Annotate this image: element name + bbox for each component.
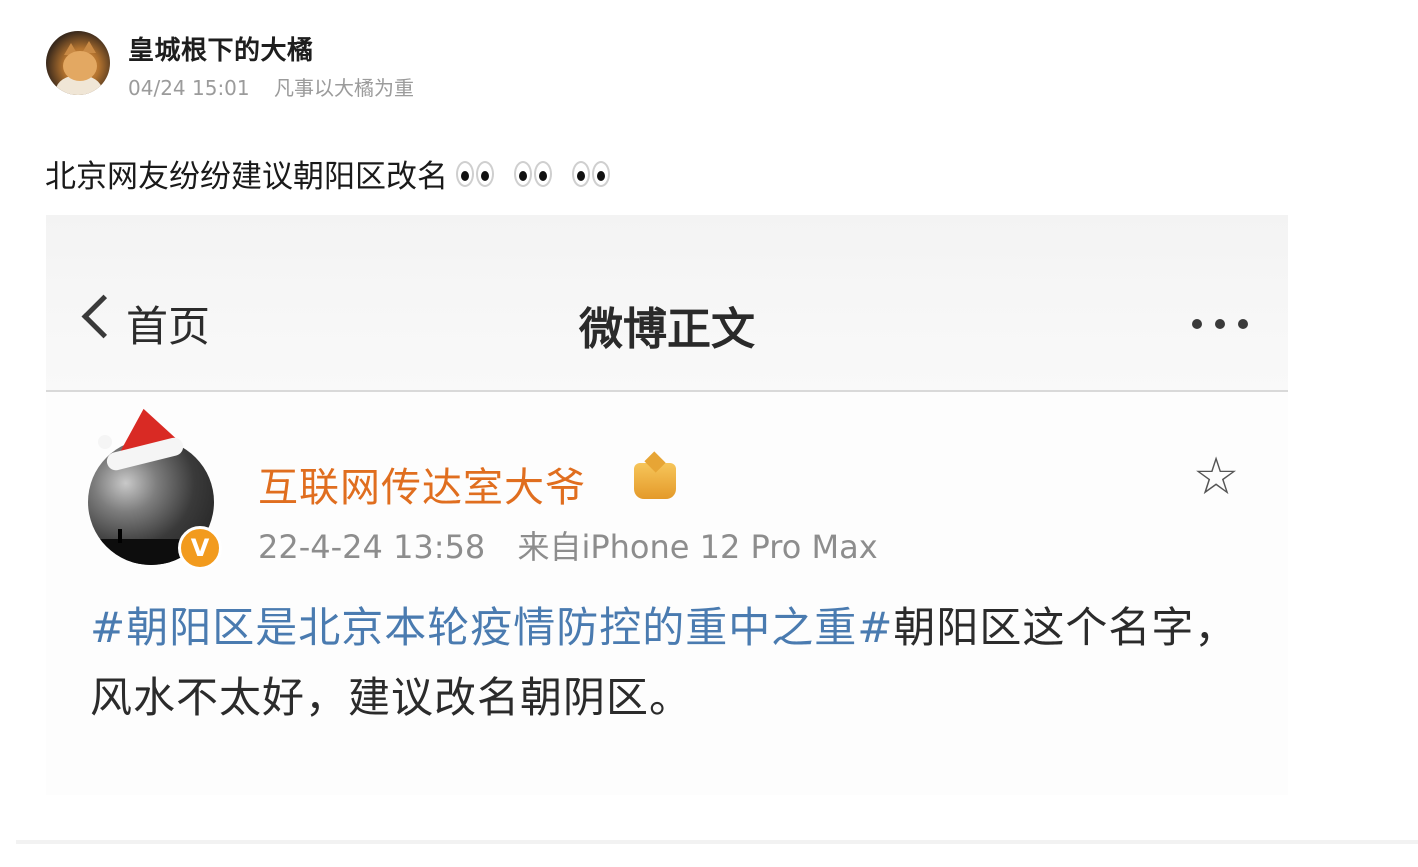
eyes-emoji-icon — [514, 160, 552, 187]
eyes-emoji-icon — [456, 160, 494, 187]
post-meta: 04/24 15:01 凡事以大橘为重 — [128, 72, 414, 101]
post-text: 北京网友纷纷建议朝阳区改名 — [45, 159, 448, 195]
author-meta: 22-4-24 13:58 来自iPhone 12 Pro Max — [258, 522, 878, 568]
embedded-screenshot: 首页 微博正文 V 互联网传达室大爷 22-4-24 13:58 来自iPhon… — [46, 215, 1288, 795]
cat-avatar-face — [63, 51, 97, 81]
screen-title: 微博正文 — [579, 304, 755, 355]
more-dots-icon[interactable] — [1192, 319, 1248, 329]
nav-divider — [46, 390, 1288, 392]
post-text-row: 北京网友纷纷建议朝阳区改名 — [45, 151, 628, 196]
bottom-divider — [16, 840, 1418, 844]
weibo-post-page: 皇城根下的大橘 04/24 15:01 凡事以大橘为重 北京网友纷纷建议朝阳区改… — [0, 0, 1418, 867]
author-post-time: 22-4-24 13:58 — [258, 528, 486, 566]
author-name[interactable]: 互联网传达室大爷 — [258, 455, 586, 513]
eyes-emoji-icon — [572, 160, 610, 187]
crown-icon — [634, 463, 676, 499]
post-body: #朝阳区是北京本轮疫情防控的重中之重#朝阳区这个名字，风水不太好，建议改名朝阴区… — [90, 593, 1240, 733]
post-user-name[interactable]: 皇城根下的大橘 — [128, 30, 314, 67]
post-signature: 凡事以大橘为重 — [274, 76, 414, 100]
user-avatar[interactable] — [46, 31, 110, 95]
favorite-star-icon[interactable]: ☆ — [1190, 451, 1242, 503]
post-time: 04/24 15:01 — [128, 76, 250, 100]
santa-hat-icon — [98, 402, 186, 473]
verified-badge-icon: V — [178, 526, 222, 570]
eyes-emoji-group — [456, 159, 628, 189]
topic-link[interactable]: #朝阳区是北京本轮疫情防控的重中之重# — [90, 603, 893, 652]
author-post-source: 来自iPhone 12 Pro Max — [517, 528, 878, 566]
avatar-person — [118, 529, 122, 543]
